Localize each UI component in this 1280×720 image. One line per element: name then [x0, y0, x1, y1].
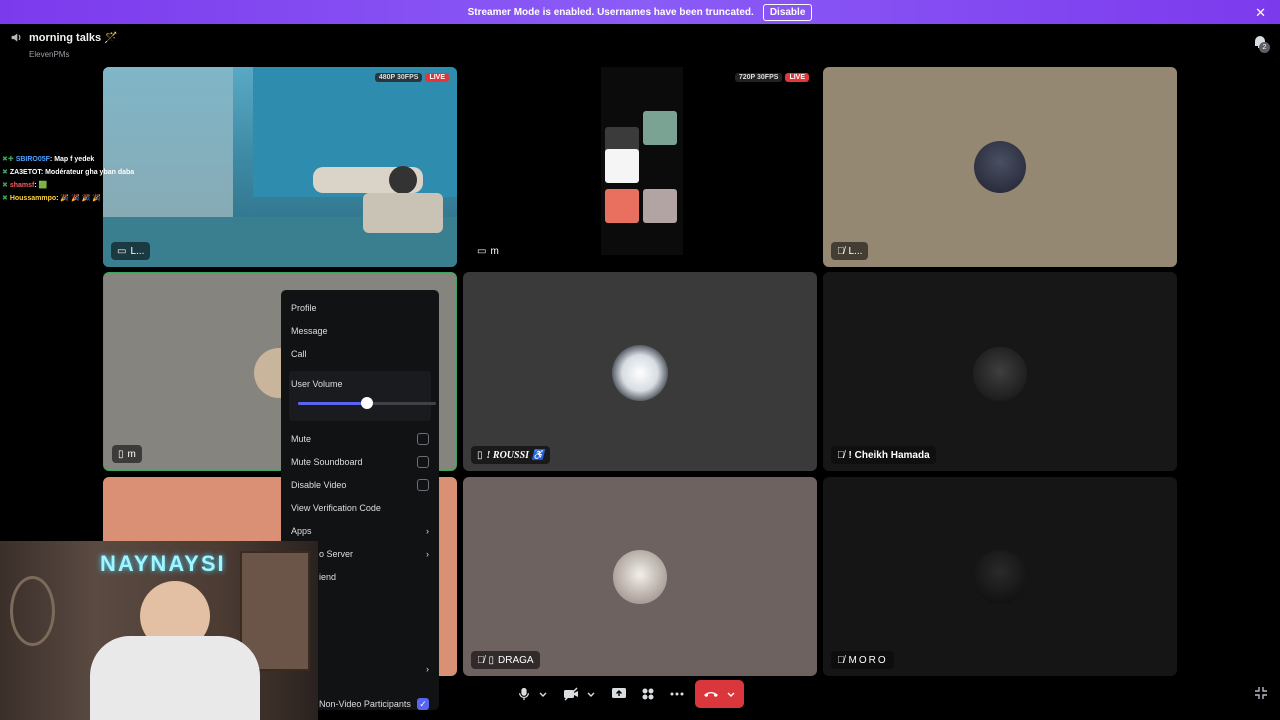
slider-knob[interactable] [361, 397, 373, 409]
more-options-button[interactable] [665, 680, 689, 708]
share-screen-button[interactable] [607, 680, 631, 708]
avatar [612, 345, 668, 401]
participant-name: 🎙̸ MORO [831, 651, 894, 669]
participant-name: 🎙̸ ▯ DRAGA [471, 651, 540, 669]
menu-item-view-verification-code[interactable]: View Verification Code [289, 496, 431, 519]
participant-tile[interactable]: ▯ ! ROUSSI ♿ [463, 272, 817, 471]
screen-share-icon: ▭ [117, 245, 127, 257]
user-volume-label: User Volume [291, 379, 343, 389]
chevron-down-icon[interactable] [725, 688, 737, 700]
chat-line: ✖ shamsf: 🟩 [2, 182, 48, 189]
menu-item-profile[interactable]: Profile [289, 296, 431, 319]
avatar [613, 550, 667, 604]
channel-name: morning talks 🪄 [29, 32, 118, 44]
mobile-icon: ▯ [118, 448, 124, 460]
muted-mic-icon: 🎙̸ [837, 654, 845, 666]
user-volume-control: User Volume [289, 371, 436, 421]
participant-name: ▯ ! ROUSSI ♿ [471, 446, 550, 464]
non-video-participants-checkbox[interactable]: ✓ [417, 697, 429, 710]
chevron-down-icon[interactable] [537, 688, 549, 700]
call-toolbar [513, 680, 744, 708]
disconnect-button[interactable] [695, 680, 744, 708]
participant-tile-stream-mobile[interactable]: 720P 30FPS LIVE ▭ m [463, 67, 817, 267]
participant-name: 🎙̸ L... [831, 242, 869, 260]
participant-name: ▭ L... [111, 242, 151, 260]
more-horizontal-icon [670, 692, 684, 696]
microphone-icon [519, 687, 529, 701]
muted-mic-icon: 🎙̸ [837, 449, 845, 461]
activities-icon [642, 688, 654, 700]
participant-tile[interactable]: 🎙̸ MORO [823, 477, 1177, 676]
streamer-webcam-overlay: NAYNAYSI [0, 541, 318, 720]
chat-line: ✖✚ SBIRO05F: Map f yedek [2, 156, 95, 163]
share-screen-icon [612, 688, 626, 698]
chevron-right-icon: › [426, 663, 429, 674]
stream-chat-overlay: ✖✚ SBIRO05F: Map f yedek ✖ ZA3ETOT: Modé… [2, 153, 134, 205]
chevron-down-icon[interactable] [585, 688, 597, 700]
notification-badge: 2 [1259, 42, 1270, 53]
chat-line: ✖ ZA3ETOT: Modérateur gha yban daba [2, 169, 135, 176]
call-header: morning talks 🪄 ElevenPMs [10, 31, 118, 59]
mute-checkbox[interactable] [417, 432, 429, 445]
streamer-mode-banner: Streamer Mode is enabled. Usernames have… [0, 0, 1280, 24]
disable-streamer-mode-button[interactable]: Disable [762, 3, 813, 21]
participant-tile-stream-game[interactable]: 480P 30FPS LIVE ▭ L... [103, 67, 457, 267]
disable-video-checkbox[interactable] [417, 478, 429, 491]
chat-line: ✖ Houssammpo: 🎉 🎉 🎉 🎉 [2, 195, 102, 202]
menu-item-message[interactable]: Message [289, 319, 431, 342]
camera-off-icon [564, 687, 578, 701]
sniper-rifle-graphic [313, 166, 443, 233]
participant-name: 🎙̸ ! Cheikh Hamada [831, 446, 936, 464]
participant-name: ▯ m [112, 445, 142, 463]
microphone-button[interactable] [513, 680, 553, 708]
close-icon[interactable]: ✕ [1255, 5, 1266, 21]
muted-mic-icon: 🎙̸ [837, 245, 845, 257]
menu-item-call[interactable]: Call [289, 342, 431, 365]
banner-message: Streamer Mode is enabled. Usernames have… [467, 6, 754, 18]
exit-fullscreen-icon[interactable] [1254, 686, 1268, 700]
menu-item-disable-video[interactable]: Disable Video [289, 473, 431, 496]
neon-sign: NAYNAYSI [100, 551, 226, 576]
user-volume-slider[interactable] [298, 397, 436, 409]
activities-button[interactable] [637, 680, 659, 708]
muted-mic-icon: 🎙̸ [477, 654, 485, 666]
avatar [974, 141, 1026, 193]
participant-name: ▭ m [471, 242, 505, 260]
slider-fill [298, 402, 367, 405]
menu-item-mute[interactable]: Mute [289, 427, 431, 450]
mobile-icon: ▯ [488, 654, 495, 666]
avatar [973, 347, 1027, 401]
avatar [973, 550, 1027, 604]
mobile-icon: ▯ [477, 449, 483, 461]
stream-live-indicator: 720P 30FPS LIVE [734, 73, 809, 82]
participant-tile[interactable]: 🎙̸ ▯ DRAGA [463, 477, 817, 676]
server-name: ElevenPMs [29, 50, 70, 59]
participant-tile[interactable]: 🎙̸ ! Cheikh Hamada [823, 272, 1177, 471]
camera-button[interactable] [559, 680, 601, 708]
voice-channel-icon [11, 33, 21, 42]
chevron-right-icon: › [426, 548, 429, 559]
mute-soundboard-checkbox[interactable] [417, 455, 429, 468]
screen-share-icon: ▭ [477, 245, 487, 257]
participant-tile[interactable]: 🎙̸ L... [823, 67, 1177, 267]
stream-live-indicator: 480P 30FPS LIVE [374, 73, 449, 82]
chevron-right-icon: › [426, 525, 429, 536]
hang-up-icon [703, 692, 718, 697]
menu-item-apps[interactable]: Apps › [289, 519, 431, 542]
menu-item-mute-soundboard[interactable]: Mute Soundboard [289, 450, 431, 473]
